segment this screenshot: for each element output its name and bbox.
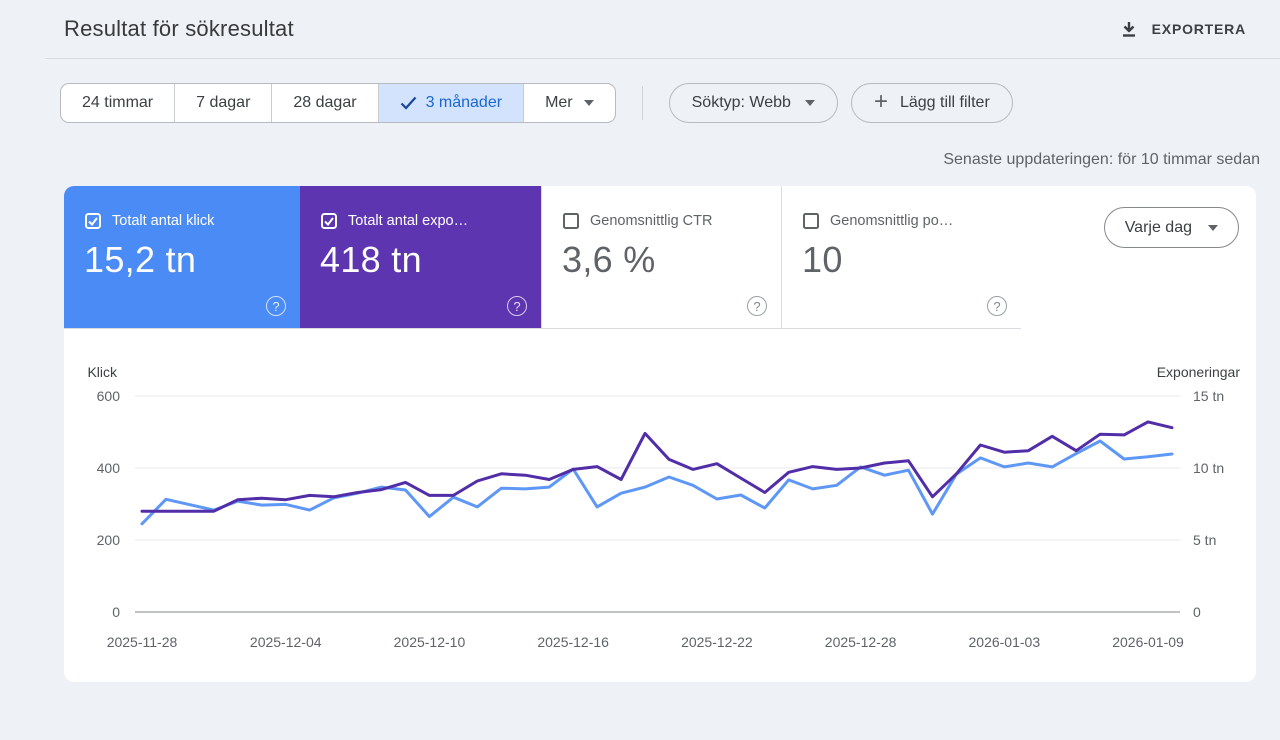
add-filter-button[interactable]: + Lägg till filter <box>851 83 1013 123</box>
checkbox-unchecked-icon[interactable] <box>562 212 580 230</box>
svg-text:15 tn: 15 tn <box>1193 388 1224 404</box>
tiles-spacer: Varje dag <box>1021 186 1256 329</box>
range-24-hours-label: 24 timmar <box>82 94 153 112</box>
range-28-days-label: 28 dagar <box>293 94 356 112</box>
svg-text:400: 400 <box>97 460 121 476</box>
last-updated-text: Senaste uppdateringen: för 10 timmar sed… <box>0 151 1260 169</box>
range-24-hours[interactable]: 24 timmar <box>61 84 174 122</box>
metric-value: 418 tn <box>320 239 541 281</box>
date-range-control: 24 timmar 7 dagar 28 dagar 3 månader Mer <box>60 83 616 123</box>
metric-label: Totalt antal expo… <box>348 213 468 229</box>
granularity-dropdown[interactable]: Varje dag <box>1104 207 1239 248</box>
search-type-label: Söktyp: Webb <box>692 94 791 112</box>
add-filter-label: Lägg till filter <box>900 94 990 112</box>
svg-text:2025-11-28: 2025-11-28 <box>107 634 178 650</box>
svg-text:0: 0 <box>1193 604 1201 620</box>
svg-text:2026-01-09: 2026-01-09 <box>1112 634 1184 650</box>
metric-tile-average-ctr[interactable]: Genomsnittlig CTR 3,6 % ? <box>541 186 781 329</box>
range-more-label: Mer <box>545 94 573 112</box>
svg-text:2025-12-28: 2025-12-28 <box>825 634 897 650</box>
help-icon[interactable]: ? <box>987 296 1007 316</box>
header-divider <box>45 58 1280 59</box>
granularity-label: Varje dag <box>1125 219 1192 237</box>
svg-text:2026-01-03: 2026-01-03 <box>969 634 1041 650</box>
check-icon <box>400 96 417 110</box>
svg-text:2025-12-10: 2025-12-10 <box>394 634 466 650</box>
metric-value: 15,2 tn <box>84 239 300 281</box>
metric-tile-total-clicks[interactable]: Totalt antal klick 15,2 tn ? <box>64 186 300 329</box>
svg-text:10 tn: 10 tn <box>1193 460 1224 476</box>
checkbox-checked-icon[interactable] <box>320 212 338 230</box>
performance-chart: Klick Exponeringar 0 200 400 600 0 5 tn 10 tn 15 … <box>64 329 1256 682</box>
filter-separator <box>642 86 643 120</box>
svg-text:Klick: Klick <box>87 364 118 380</box>
metric-tiles: Totalt antal klick 15,2 tn ? Totalt anta… <box>64 186 1256 329</box>
svg-text:2025-12-22: 2025-12-22 <box>681 634 753 650</box>
range-7-days[interactable]: 7 dagar <box>174 84 271 122</box>
metric-label: Totalt antal klick <box>112 213 214 229</box>
checkbox-unchecked-icon[interactable] <box>802 212 820 230</box>
performance-card: Totalt antal klick 15,2 tn ? Totalt anta… <box>64 186 1256 682</box>
page-header: Resultat för sökresultat EXPORTERA <box>0 0 1280 50</box>
svg-text:5 tn: 5 tn <box>1193 532 1216 548</box>
metric-tile-total-impressions[interactable]: Totalt antal expo… 418 tn ? <box>300 186 541 329</box>
metric-tile-average-position[interactable]: Genomsnittlig po… 10 ? <box>781 186 1021 329</box>
svg-text:0: 0 <box>112 604 120 620</box>
export-button[interactable]: EXPORTERA <box>1116 14 1250 44</box>
help-icon[interactable]: ? <box>747 296 767 316</box>
download-icon <box>1120 20 1138 38</box>
chevron-down-icon <box>1208 225 1218 231</box>
chevron-down-icon <box>805 100 815 106</box>
range-3-months-label: 3 månader <box>426 94 503 112</box>
svg-text:200: 200 <box>97 532 121 548</box>
range-7-days-label: 7 dagar <box>196 94 250 112</box>
range-3-months[interactable]: 3 månader <box>378 84 524 122</box>
export-label: EXPORTERA <box>1152 21 1246 37</box>
search-type-button[interactable]: Söktyp: Webb <box>669 83 838 123</box>
filter-bar: 24 timmar 7 dagar 28 dagar 3 månader Mer… <box>60 83 1280 123</box>
page-title: Resultat för sökresultat <box>64 16 294 42</box>
help-icon[interactable]: ? <box>266 296 286 316</box>
checkbox-checked-icon[interactable] <box>84 212 102 230</box>
svg-text:600: 600 <box>97 388 121 404</box>
range-28-days[interactable]: 28 dagar <box>271 84 377 122</box>
svg-text:2025-12-16: 2025-12-16 <box>537 634 609 650</box>
plus-icon: + <box>874 92 888 112</box>
chevron-down-icon <box>584 100 594 106</box>
svg-text:Exponeringar: Exponeringar <box>1157 364 1241 380</box>
range-more[interactable]: Mer <box>523 84 615 122</box>
metric-label: Genomsnittlig po… <box>830 213 953 229</box>
metric-value: 10 <box>802 239 1021 281</box>
metric-label: Genomsnittlig CTR <box>590 213 712 229</box>
svg-text:2025-12-04: 2025-12-04 <box>250 634 322 650</box>
metric-value: 3,6 % <box>562 239 781 281</box>
performance-page: Resultat för sökresultat EXPORTERA 24 ti… <box>0 0 1280 682</box>
help-icon[interactable]: ? <box>507 296 527 316</box>
